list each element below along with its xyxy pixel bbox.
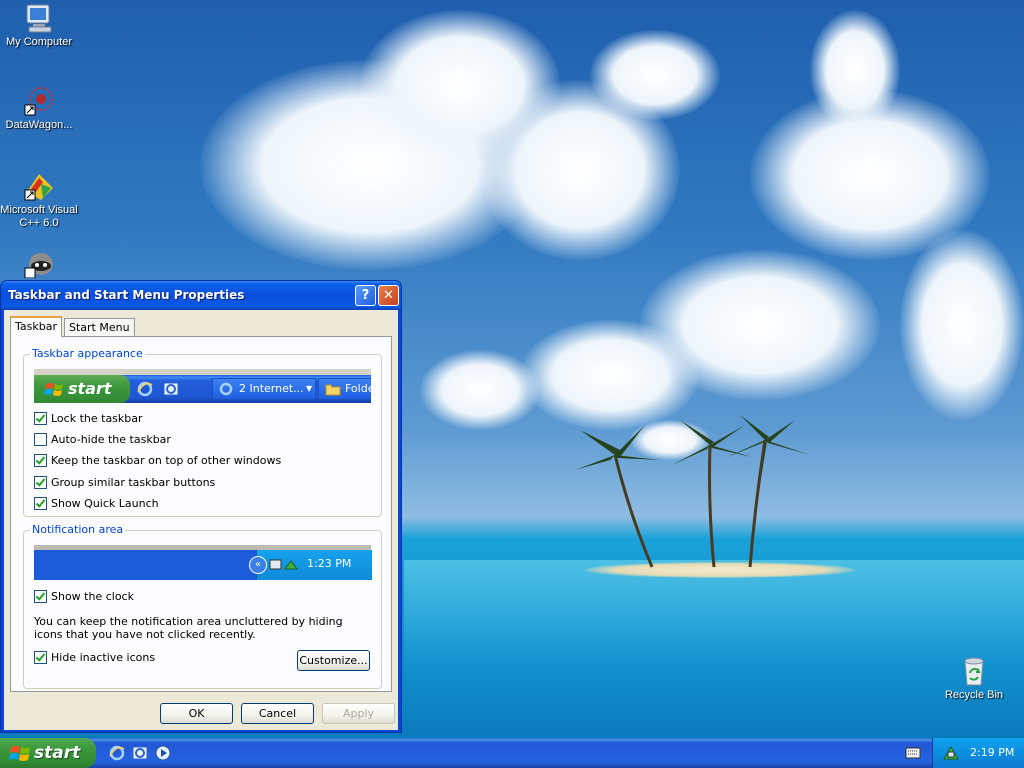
checkbox-label: Lock the taskbar [51, 412, 143, 425]
dialog-title: Taskbar and Start Menu Properties [8, 288, 245, 302]
checkbox-checked[interactable] [34, 453, 47, 467]
outlook-express-icon [163, 382, 179, 396]
checkbox-auto-hide[interactable]: Auto-hide the taskbar [34, 432, 171, 447]
ie-icon [219, 382, 233, 396]
checkbox-label: Show Quick Launch [51, 497, 159, 510]
checkbox-label: Auto-hide the taskbar [51, 433, 171, 446]
checkbox-label: Hide inactive icons [51, 651, 156, 664]
checkbox-label: Show the clock [51, 590, 134, 603]
checkbox-checked[interactable] [34, 411, 47, 425]
preview-button-label: Folde [345, 382, 371, 395]
checkbox-checked[interactable] [34, 589, 47, 603]
show-hidden-icons-chevron-icon: « [249, 556, 267, 574]
notification-preview: « 1:23 PM [34, 545, 372, 580]
network-icon[interactable] [942, 744, 960, 762]
help-button[interactable]: ? [355, 285, 376, 306]
windows-logo-icon [9, 746, 30, 761]
dialog-titlebar[interactable]: Taskbar and Start Menu Properties ? ✕ [1, 281, 401, 310]
tab-start-menu[interactable]: Start Menu [64, 318, 135, 336]
windows-logo-icon [44, 383, 63, 396]
preview-clock: 1:23 PM [307, 557, 352, 570]
preview-start-button: start [34, 375, 130, 403]
checkbox-lock-taskbar[interactable]: Lock the taskbar [34, 411, 143, 426]
cancel-button[interactable]: Cancel [241, 703, 314, 724]
cloud [810, 10, 900, 130]
notification-description: You can keep the notification area unclu… [34, 615, 343, 641]
checkbox-label: Keep the taskbar on top of other windows [51, 454, 282, 467]
preview-taskbar-button-internet: 2 Internet... ▼ [212, 378, 316, 400]
my-computer-icon [26, 4, 52, 33]
folder-icon [325, 384, 341, 396]
taskbar-clock[interactable]: 2:19 PM [970, 738, 1014, 768]
checkbox-checked[interactable] [34, 496, 47, 510]
palm-trees [575, 415, 810, 568]
taskbar-preview: start 2 Internet... ▼ Fold [34, 369, 371, 403]
recycle-bin-icon [964, 657, 984, 686]
taskbar: start 2:19 PM [0, 738, 1024, 768]
checkbox-hide-inactive[interactable]: Hide inactive icons [34, 650, 156, 665]
close-button[interactable]: ✕ [378, 285, 399, 306]
ie-icon [137, 381, 153, 397]
raccoon-icon [24, 253, 53, 278]
sea [404, 560, 1024, 738]
checkbox-keep-on-top[interactable]: Keep the taskbar on top of other windows [34, 453, 282, 468]
preview-start-label: start [68, 379, 112, 398]
desktop-icon-datawagon[interactable]: DataWagon... [0, 85, 78, 132]
taskbar-appearance-group: Taskbar appearance start 2 Internet... ▼… [23, 347, 382, 517]
desktop-icon-raccoon[interactable] [0, 248, 78, 280]
tab-page-taskbar: Taskbar appearance start 2 Internet... ▼… [10, 336, 392, 692]
checkbox-checked[interactable] [34, 650, 47, 664]
desktop-icon-label: Microsoft Visual C++ 6.0 [0, 204, 78, 229]
checkbox-group-buttons[interactable]: Group similar taskbar buttons [34, 475, 216, 490]
apply-button[interactable]: Apply [322, 703, 395, 724]
dialog-client: Taskbar Start Menu Taskbar appearance st… [4, 310, 398, 730]
desktop-icon-recycle-bin[interactable]: Recycle Bin [935, 655, 1013, 702]
tray-icons [269, 559, 298, 570]
start-label: start [34, 743, 81, 763]
checkbox-checked[interactable] [34, 475, 47, 489]
cloud [420, 350, 540, 430]
checkbox-label: Group similar taskbar buttons [51, 476, 216, 489]
checkbox-show-quick-launch[interactable]: Show Quick Launch [34, 496, 159, 511]
desktop-icon-my-computer[interactable]: My Computer [0, 2, 78, 49]
notification-area-group: Notification area « 1:23 PM Show the clo… [23, 523, 382, 689]
media-player-icon[interactable] [154, 744, 172, 762]
desktop-icon-label: Recycle Bin [944, 689, 1004, 701]
tab-taskbar[interactable]: Taskbar [10, 316, 62, 337]
ok-button[interactable]: OK [160, 703, 233, 724]
outlook-express-icon[interactable] [131, 744, 149, 762]
datawagon-icon [24, 87, 53, 116]
checkbox-show-clock[interactable]: Show the clock [34, 589, 134, 604]
preview-button-label: 2 Internet... [239, 382, 304, 395]
start-button[interactable]: start [0, 738, 96, 768]
checkbox-unchecked[interactable] [34, 432, 47, 446]
preview-tray: « 1:23 PM [249, 550, 372, 580]
keyboard-icon[interactable] [905, 746, 921, 760]
cloud [900, 230, 1024, 420]
taskbar-properties-dialog: Taskbar and Start Menu Properties ? ✕ Ta… [0, 280, 402, 733]
cloud [590, 30, 720, 120]
desktop-icon-label: DataWagon... [5, 119, 73, 131]
cloud [520, 320, 700, 430]
ie-icon[interactable] [108, 744, 126, 762]
desktop-icon-visual-cpp[interactable]: Microsoft Visual C++ 6.0 [0, 170, 78, 230]
group-title: Taskbar appearance [30, 347, 145, 360]
visual-cpp-icon [24, 174, 53, 201]
preview-taskbar-button-folder: Folde [318, 378, 371, 400]
system-tray: 2:19 PM [932, 738, 1024, 768]
customize-button[interactable]: Customize... [297, 650, 370, 671]
desktop-icon-label: My Computer [5, 36, 73, 48]
group-title: Notification area [30, 523, 126, 536]
chevron-down-icon: ▼ [306, 384, 313, 393]
